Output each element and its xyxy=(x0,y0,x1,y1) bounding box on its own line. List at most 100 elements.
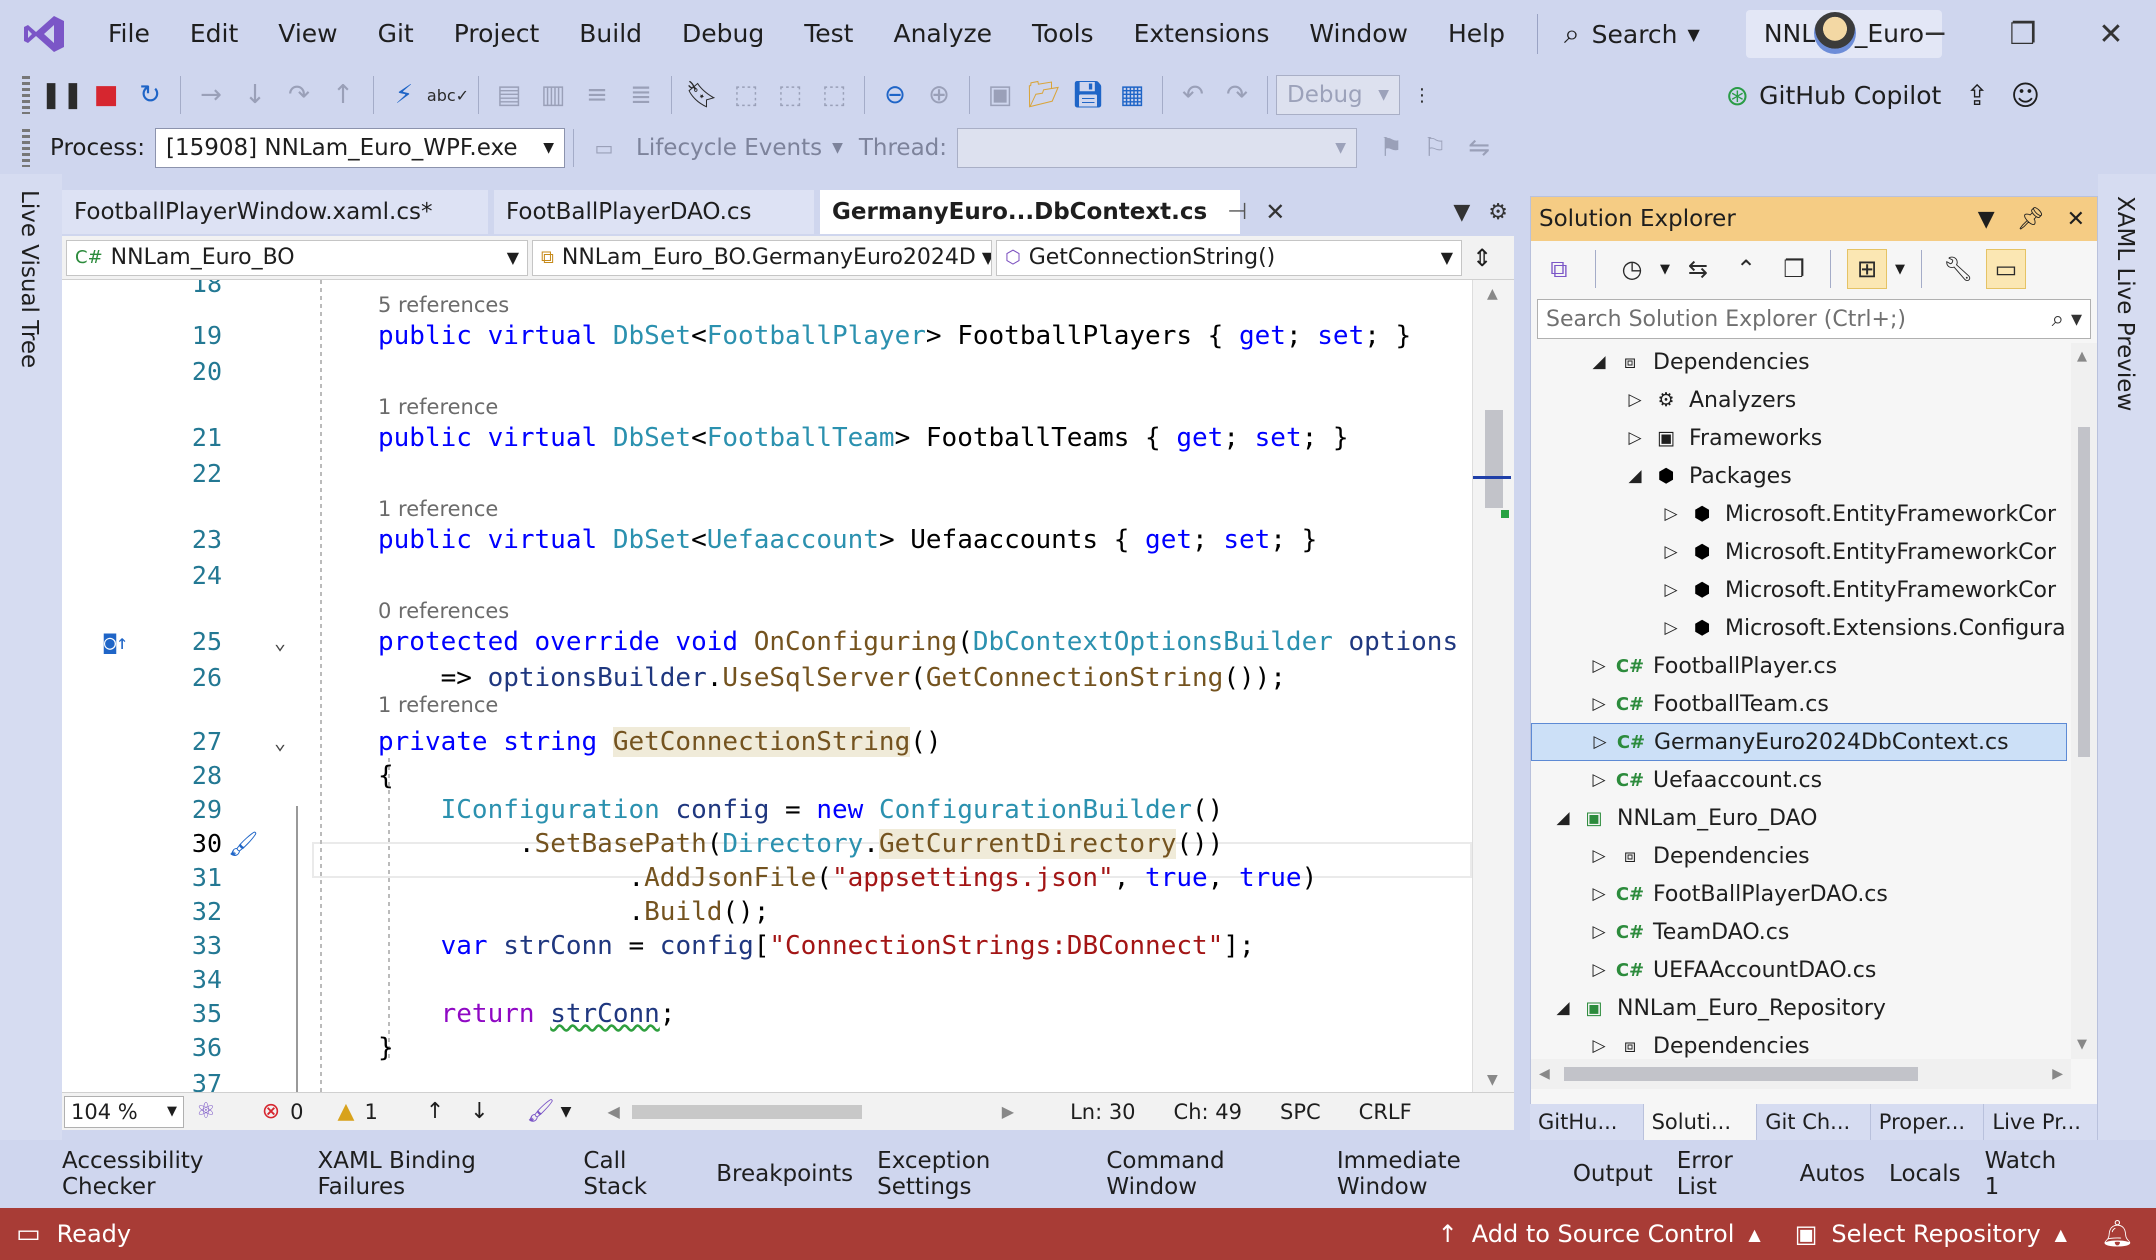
tab-list-dropdown-icon[interactable]: ▼ xyxy=(1453,200,1470,225)
switch-views-icon[interactable]: ⧉ xyxy=(1539,249,1579,289)
tab-command-window[interactable]: Command Window xyxy=(1106,1148,1312,1200)
zoom-dropdown[interactable]: 104 % ▼ xyxy=(64,1095,184,1128)
uncomment-icon[interactable]: ▥ xyxy=(531,73,575,117)
codelens-references[interactable]: 0 references xyxy=(378,598,509,624)
xaml-live-preview-tab[interactable]: XAML Live Preview xyxy=(2112,196,2138,411)
navigate-back-icon[interactable]: ⊖ xyxy=(873,73,917,117)
tree-item[interactable]: ▷ ⧈ Dependencies xyxy=(1585,1027,1809,1059)
editor-horizontal-scrollbar[interactable] xyxy=(631,1104,862,1119)
expanded-chevron-icon[interactable]: ◢ xyxy=(1549,998,1577,1018)
tree-item[interactable]: ◢ ⬢ Packages xyxy=(1621,457,1791,495)
tab-watch-1[interactable]: Watch 1 xyxy=(1985,1148,2074,1200)
chevron-down-icon[interactable]: ▼ xyxy=(561,1104,572,1120)
collapsed-chevron-icon[interactable]: ▷ xyxy=(1621,390,1649,410)
tree-item[interactable]: ▷ C# TeamDAO.cs xyxy=(1585,913,1789,951)
notification-message-icon[interactable]: ▭ xyxy=(16,1219,41,1249)
user-avatar[interactable] xyxy=(1814,12,1856,54)
pin-icon[interactable]: 📌︎ xyxy=(2017,207,2045,232)
codelens-references[interactable]: 1 reference xyxy=(378,692,498,718)
next-issue-icon[interactable]: ↓ xyxy=(470,1099,488,1124)
search-button[interactable]: ⌕ Search ▼ xyxy=(1550,10,1714,58)
chevron-down-icon[interactable]: ▼ xyxy=(1978,207,1995,232)
fold-chevron-icon[interactable]: ⌄ xyxy=(274,724,286,760)
close-icon[interactable]: ✕ xyxy=(1265,198,1285,226)
menu-window[interactable]: Window xyxy=(1289,10,1428,58)
tab-dbcontext[interactable]: GermanyEuro...DbContext.cs ⊣ ✕ xyxy=(820,190,1285,234)
restart-icon[interactable]: ↻ xyxy=(128,73,172,117)
tab-football-player-dao[interactable]: FootBallPlayerDAO.cs xyxy=(494,190,814,234)
stop-icon[interactable]: ■ xyxy=(84,73,128,117)
step-into-icon[interactable]: ↓ xyxy=(233,73,277,117)
tree-item[interactable]: ▷ C# FootballPlayer.cs xyxy=(1585,647,1837,685)
sync-with-document-icon[interactable]: ⇆ xyxy=(1678,249,1718,289)
tree-item[interactable]: ▷ ⚙ Analyzers xyxy=(1621,381,1796,419)
prev-bookmark-icon[interactable]: ⬚ xyxy=(724,73,768,117)
tab-output[interactable]: Output xyxy=(1573,1161,1653,1187)
tree-item[interactable]: ▷ C# FootBallPlayerDAO.cs xyxy=(1585,875,1887,913)
member-dropdown[interactable]: ⬡ GetConnectionString() ▼ xyxy=(996,239,1462,276)
tree-item[interactable]: ▷ C# UEFAAccountDAO.cs xyxy=(1585,951,1876,989)
outdent-icon[interactable]: ≡ xyxy=(575,73,619,117)
tree-item[interactable]: ▷ ⬢ Microsoft.Extensions.Configura xyxy=(1657,609,2065,647)
share-icon[interactable]: ⇪ xyxy=(1965,79,1988,112)
bookmark-icon[interactable]: 🔖︎ xyxy=(680,73,724,117)
type-dropdown[interactable]: ⧉ NNLam_Euro_BO.GermanyEuro2024D ▼ xyxy=(532,239,992,276)
tab-football-player-window[interactable]: FootballPlayerWindow.xaml.cs* xyxy=(62,190,488,234)
menu-debug[interactable]: Debug xyxy=(662,10,784,58)
collapsed-chevron-icon[interactable]: ▷ xyxy=(1621,428,1649,448)
pin-icon[interactable]: ⊣ xyxy=(1227,199,1247,225)
scroll-thumb[interactable] xyxy=(1563,1067,1918,1081)
properties-wrench-icon[interactable]: 🔧︎ xyxy=(1938,249,1978,289)
code-text-area[interactable]: 18 5 references 19 public virtual DbSet<… xyxy=(62,280,1472,1092)
expanded-chevron-icon[interactable]: ◢ xyxy=(1621,466,1649,486)
collapse-all-icon[interactable]: ⌃ xyxy=(1726,249,1766,289)
collapsed-chevron-icon[interactable]: ▷ xyxy=(1585,694,1613,714)
tab-error-list[interactable]: Error List xyxy=(1677,1148,1776,1200)
open-folder-icon[interactable]: 📂︎ xyxy=(1022,73,1066,117)
indent-icon[interactable]: ≣ xyxy=(619,73,663,117)
undo-icon[interactable]: ↶ xyxy=(1171,73,1215,117)
show-next-statement-icon[interactable]: → xyxy=(189,73,233,117)
collapsed-chevron-icon[interactable]: ▷ xyxy=(1585,770,1613,790)
scroll-left-icon[interactable]: ◀ xyxy=(607,1102,619,1121)
tab-xaml-binding-failures[interactable]: XAML Binding Failures xyxy=(317,1148,559,1200)
scroll-down-icon[interactable]: ▼ xyxy=(2077,1037,2087,1052)
thread-filter-icon[interactable]: ⇋ xyxy=(1457,126,1501,170)
tab-properties[interactable]: Proper... xyxy=(1870,1104,1985,1140)
collapsed-chevron-icon[interactable]: ▷ xyxy=(1657,580,1685,600)
step-out-icon[interactable]: ↑ xyxy=(321,73,365,117)
navigate-forward-icon[interactable]: ⊕ xyxy=(917,73,961,117)
menu-build[interactable]: Build xyxy=(559,10,662,58)
scroll-up-icon[interactable]: ▲ xyxy=(1487,286,1498,302)
whitespace-indicator[interactable]: SPC xyxy=(1280,1100,1321,1124)
github-copilot-button[interactable]: ⊛ GitHub Copilot ⇪ ☺ xyxy=(1726,72,2040,118)
codelens-references[interactable]: 1 reference xyxy=(378,496,498,522)
feedback-icon[interactable]: ☺ xyxy=(2011,79,2040,112)
live-visual-tree-tab[interactable]: Live Visual Tree xyxy=(16,190,42,368)
collapsed-chevron-icon[interactable]: ▷ xyxy=(1585,1036,1613,1056)
project-dropdown[interactable]: C# NNLam_Euro_BO ▼ xyxy=(66,239,528,276)
pause-icon[interactable]: ❚❚ xyxy=(40,73,84,117)
solution-search-input[interactable]: Search Solution Explorer (Ctrl+;) ⌕ ▾ xyxy=(1537,299,2091,339)
tree-item-selected[interactable]: ▷ C# GermanyEuro2024DbContext.cs xyxy=(1531,723,2067,761)
warning-count[interactable]: ▲ 1 xyxy=(338,1099,378,1124)
next-bookmark-icon[interactable]: ⬚ xyxy=(768,73,812,117)
tab-call-stack[interactable]: Call Stack xyxy=(583,1148,692,1200)
maximize-button[interactable]: ❐ xyxy=(1988,8,2058,60)
tree-item[interactable]: ▷ C# FootballTeam.cs xyxy=(1585,685,1828,723)
tree-item[interactable]: ◢ ⧈ Dependencies xyxy=(1585,343,1809,381)
tree-item[interactable]: ◢ ▣ NNLam_Euro_Repository xyxy=(1549,989,1885,1027)
solution-configuration-dropdown[interactable]: Debug ▼ xyxy=(1276,75,1400,115)
menu-project[interactable]: Project xyxy=(434,10,560,58)
override-glyph-icon[interactable]: ◙↑ xyxy=(104,630,128,654)
menu-help[interactable]: Help xyxy=(1428,10,1525,58)
line-ending-indicator[interactable]: CRLF xyxy=(1359,1100,1412,1124)
scroll-up-icon[interactable]: ▲ xyxy=(2077,349,2087,364)
collapsed-chevron-icon[interactable]: ▷ xyxy=(1657,542,1685,562)
new-project-icon[interactable]: ▣ xyxy=(978,73,1022,117)
solution-horizontal-scrollbar[interactable]: ◀ ▶ xyxy=(1531,1059,2071,1089)
codelens-references[interactable]: 5 references xyxy=(378,292,509,318)
filter-icon[interactable]: ⊞ xyxy=(1847,249,1887,289)
tree-item[interactable]: ▷ ⬢ Microsoft.EntityFrameworkCor xyxy=(1657,495,2056,533)
process-dropdown[interactable]: [15908] NNLam_Euro_WPF.exe ▼ xyxy=(155,128,565,168)
